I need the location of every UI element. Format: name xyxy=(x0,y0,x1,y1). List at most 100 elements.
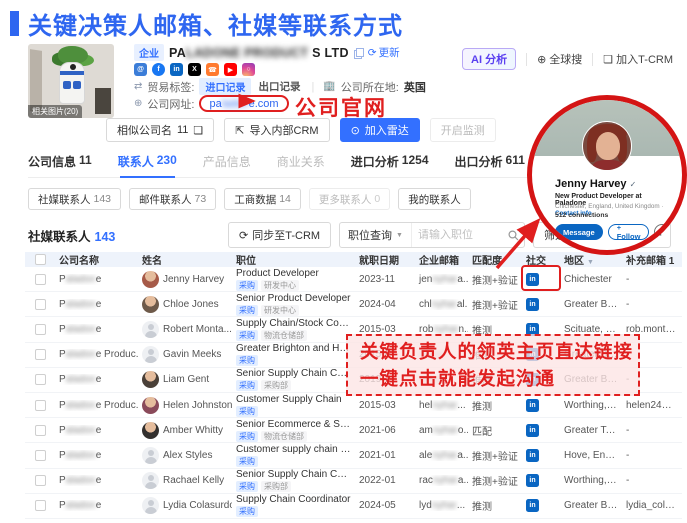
tab-count: 1254 xyxy=(402,153,429,167)
contact-name[interactable]: Robert Monta... xyxy=(163,324,232,335)
x-icon[interactable]: X xyxy=(188,63,201,76)
contact-name[interactable]: Helen Johnstone xyxy=(163,400,232,411)
position-tags: 采购研发中心 xyxy=(236,305,351,316)
contact-name[interactable]: Jenny Harvey xyxy=(163,274,224,285)
contact-name-cell: Helen Johnstone xyxy=(138,397,232,414)
contact-name[interactable]: Amber Whitty xyxy=(163,425,223,436)
position-tags: 采购 xyxy=(236,506,351,517)
chip-1[interactable]: 社媒联系人143 xyxy=(28,188,121,210)
row-checkbox-cell xyxy=(25,425,55,436)
related-photos-label[interactable]: 相关图片(20) xyxy=(28,105,82,118)
company-suffix: e xyxy=(96,425,102,436)
chip-5[interactable]: 我的联系人 xyxy=(398,188,471,210)
website-icon[interactable]: @ xyxy=(134,63,147,76)
add-tcrm-button[interactable]: ❏加入T-CRM xyxy=(603,51,673,67)
import-crm-button[interactable]: ⇱ 导入内部CRM xyxy=(224,118,329,142)
position-cell: Customer supply chain coordinator采购 xyxy=(232,444,355,467)
facebook-icon[interactable]: f xyxy=(152,63,165,76)
company-suffix: e Produc... xyxy=(96,349,138,360)
avatar xyxy=(142,296,159,313)
contact-name[interactable]: Rachael Kelly xyxy=(163,475,224,486)
linkedin-link[interactable]: in xyxy=(526,399,539,412)
ai-analysis-button[interactable]: AI 分析 xyxy=(462,48,516,70)
company-suffix: e xyxy=(96,274,102,285)
checkbox[interactable] xyxy=(35,400,46,411)
add-radar-button[interactable]: ⊙ 加入雷达 xyxy=(340,118,420,142)
extra-email-cell: helen241087@msn... xyxy=(622,400,680,411)
linkedin-link[interactable]: in xyxy=(526,474,539,487)
company-email-cell: helnyhar... xyxy=(415,400,468,411)
filter-icon[interactable]: ▼ xyxy=(587,259,594,266)
contact-name[interactable]: Gavin Meeks xyxy=(163,349,221,360)
dept-tag: 物流仓储部 xyxy=(261,330,307,341)
profile-connections: 512 connections xyxy=(555,212,608,219)
tab-3[interactable]: 产品信息 xyxy=(203,150,251,178)
column-header-label: 职位 xyxy=(236,256,256,267)
contact-name[interactable]: Chloe Jones xyxy=(163,299,219,310)
linkedin-link[interactable]: in xyxy=(526,424,539,437)
company-suffix: e xyxy=(96,374,102,385)
tab-4[interactable]: 商业关系 xyxy=(277,150,325,178)
checkbox[interactable] xyxy=(35,349,46,360)
more-button[interactable]: More xyxy=(654,224,687,240)
phone-icon[interactable]: ☎ xyxy=(206,63,219,76)
linkedin-icon[interactable]: in xyxy=(170,63,183,76)
dept-tag: 采购部 xyxy=(261,481,291,492)
select-all-checkbox[interactable] xyxy=(25,254,55,265)
search-icon[interactable] xyxy=(504,230,524,241)
chip-2[interactable]: 邮件联系人73 xyxy=(129,188,216,210)
company-email-cell: jennyhara... xyxy=(415,274,468,285)
social-cell: in xyxy=(522,399,560,412)
import-record-tag[interactable]: 进口记录 xyxy=(199,78,251,95)
email-prefix: rac xyxy=(419,475,433,486)
similar-company-button[interactable]: 相似公司名11 ❏ xyxy=(106,118,214,142)
column-header: 补充邮箱 1 xyxy=(622,252,680,267)
checkbox[interactable] xyxy=(35,500,46,511)
company-website-link[interactable]: paladone.com xyxy=(199,95,288,112)
company-name-cell: Paladone xyxy=(55,425,138,436)
follow-button[interactable]: + Follow xyxy=(608,224,650,240)
checkbox[interactable] xyxy=(35,374,46,385)
contact-name[interactable]: Alex Styles xyxy=(163,450,212,461)
tab-1[interactable]: 公司信息11 xyxy=(28,150,92,178)
chip-4[interactable]: 更多联系人0 xyxy=(309,188,390,210)
avatar xyxy=(142,397,159,414)
trade-icon: ⇄ xyxy=(134,81,142,92)
linkedin-link[interactable]: in xyxy=(526,499,539,512)
row-checkbox-cell xyxy=(25,374,55,385)
chip-3[interactable]: 工商数据14 xyxy=(224,188,301,210)
global-search-button[interactable]: ⊕全球搜 xyxy=(537,51,582,67)
tab-5[interactable]: 进口分析1254 xyxy=(351,150,429,178)
linkedin-link[interactable]: in xyxy=(526,298,539,311)
position-query-dropdown[interactable]: 职位查询▼ xyxy=(340,223,412,247)
position-search-input[interactable] xyxy=(412,229,504,241)
linkedin-link[interactable]: in xyxy=(526,449,539,462)
checkbox[interactable] xyxy=(35,254,46,265)
checkbox[interactable] xyxy=(35,324,46,335)
contact-name[interactable]: Lydia Colasurdo xyxy=(163,500,232,511)
copy-icon[interactable] xyxy=(354,48,363,58)
message-button[interactable]: Message xyxy=(555,224,603,240)
refresh-button[interactable]: ⟳更新 xyxy=(368,45,400,60)
company-photo[interactable]: 相关图片(20) xyxy=(28,44,114,118)
instagram-icon[interactable]: ○ xyxy=(242,63,255,76)
sync-tcrm-button[interactable]: ⟳同步至T-CRM xyxy=(228,222,331,248)
checkbox[interactable] xyxy=(35,425,46,436)
header-actions: AI 分析 ⊕全球搜 ❏加入T-CRM xyxy=(462,48,673,70)
chevron-down-icon: ▼ xyxy=(396,232,403,239)
page-title-row: 关键决策人邮箱、社媒等联系方式 xyxy=(10,6,403,41)
column-header: 姓名 xyxy=(138,252,232,267)
position-tags: 采购 xyxy=(236,355,351,366)
contact-type-chips: 社媒联系人143 邮件联系人73 工商数据14 更多联系人0 我的联系人 xyxy=(28,188,471,210)
checkbox[interactable] xyxy=(35,475,46,486)
youtube-icon[interactable]: ▶ xyxy=(224,63,237,76)
start-monitor-button[interactable]: 开启监测 xyxy=(430,118,496,142)
company-name-cell: Paladone xyxy=(55,475,138,486)
checkbox[interactable] xyxy=(35,450,46,461)
tab-6[interactable]: 出口分析611 xyxy=(455,150,525,178)
contact-name[interactable]: Liam Gent xyxy=(163,374,209,385)
checkbox[interactable] xyxy=(35,299,46,310)
checkbox[interactable] xyxy=(35,274,46,285)
tab-2[interactable]: 联系人230 xyxy=(118,150,177,178)
column-header: 就职日期 xyxy=(355,252,415,267)
